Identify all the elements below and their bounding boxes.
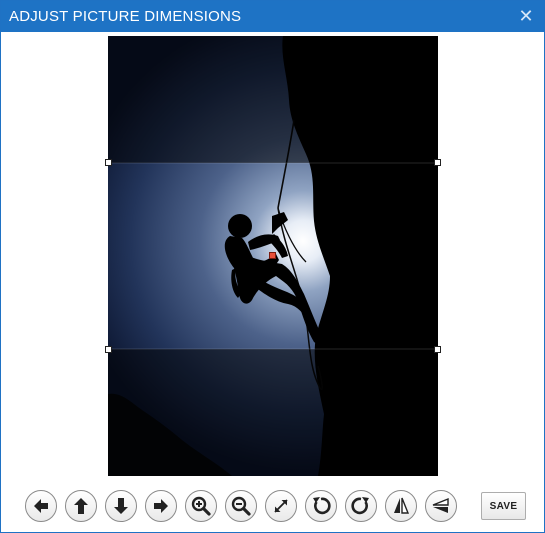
save-button[interactable]: SAVE bbox=[481, 492, 526, 520]
move-right-button[interactable] bbox=[145, 490, 177, 522]
rotate-cw-icon bbox=[351, 497, 369, 515]
arrow-left-icon bbox=[34, 499, 48, 513]
move-down-button[interactable] bbox=[105, 490, 137, 522]
crop-handle-bottom-left[interactable] bbox=[105, 346, 112, 353]
arrow-down-icon bbox=[114, 498, 128, 514]
zoom-in-icon bbox=[191, 496, 211, 516]
arrow-up-icon bbox=[74, 498, 88, 514]
adjust-picture-dialog: ADJUST PICTURE DIMENSIONS ✕ SAVE bbox=[0, 0, 545, 533]
zoom-out-icon bbox=[231, 496, 251, 516]
expand-icon bbox=[274, 499, 288, 513]
crop-center-handle[interactable] bbox=[269, 252, 276, 259]
dialog-title: ADJUST PICTURE DIMENSIONS bbox=[9, 8, 242, 25]
crop-handle-top-right[interactable] bbox=[434, 159, 441, 166]
rotate-ccw-icon bbox=[313, 497, 331, 515]
move-left-button[interactable] bbox=[25, 490, 57, 522]
zoom-out-button[interactable] bbox=[225, 490, 257, 522]
fit-button[interactable] bbox=[265, 490, 297, 522]
crop-handle-bottom-right[interactable] bbox=[434, 346, 441, 353]
zoom-in-button[interactable] bbox=[185, 490, 217, 522]
move-up-button[interactable] bbox=[65, 490, 97, 522]
flip-vertical-button[interactable] bbox=[425, 490, 457, 522]
close-icon[interactable]: ✕ bbox=[516, 5, 536, 27]
flip-vertical-icon bbox=[432, 497, 449, 513]
flip-horizontal-button[interactable] bbox=[385, 490, 417, 522]
flip-horizontal-icon bbox=[394, 497, 410, 514]
crop-handle-top-left[interactable] bbox=[105, 159, 112, 166]
rotate-right-button[interactable] bbox=[345, 490, 377, 522]
rotate-left-button[interactable] bbox=[305, 490, 337, 522]
arrow-right-icon bbox=[154, 499, 168, 513]
dialog-titlebar: ADJUST PICTURE DIMENSIONS ✕ bbox=[1, 1, 544, 32]
